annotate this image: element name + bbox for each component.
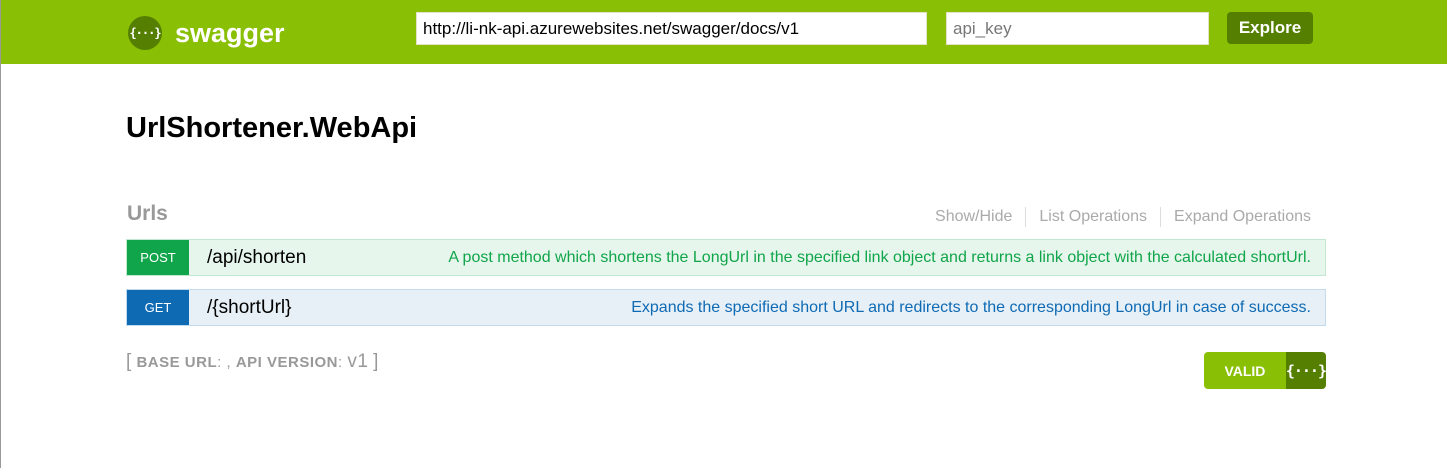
explore-button[interactable]: Explore — [1227, 12, 1313, 44]
swagger-braces-icon: {···} — [1285, 352, 1326, 389]
close-bracket: ] — [373, 351, 379, 372]
operation-path[interactable]: /{shortUrl} — [207, 297, 291, 319]
operation-path[interactable]: /api/shorten — [207, 247, 306, 269]
spec-url-input[interactable] — [416, 12, 927, 45]
validator-badge[interactable]: VALID {···} — [1204, 352, 1326, 389]
api-key-input[interactable] — [946, 12, 1209, 45]
swagger-braces-icon: {···} — [128, 16, 162, 50]
api-info-footer: [ Base url : , Api version : v1 ] — [126, 351, 379, 373]
operation-summary[interactable]: Expands the specified short URL and redi… — [631, 299, 1311, 317]
resource-heading[interactable]: Urls — [127, 202, 168, 226]
swagger-logo[interactable]: {···} swagger — [128, 15, 285, 51]
resource-actions: Show/Hide List Operations Expand Operati… — [922, 207, 1311, 227]
list-operations-link[interactable]: List Operations — [1026, 208, 1160, 226]
api-version-value: v1 — [347, 351, 369, 372]
base-url-label: Base url — [136, 354, 218, 371]
operation-post-shorten[interactable]: POST /api/shorten A post method which sh… — [126, 239, 1326, 276]
expand-operations-link[interactable]: Expand Operations — [1161, 208, 1311, 226]
api-version-label: Api version — [235, 354, 338, 371]
operation-get-shorturl[interactable]: GET /{shortUrl} Expands the specified sh… — [126, 289, 1326, 326]
valid-label: VALID — [1204, 352, 1286, 389]
method-badge-get[interactable]: GET — [127, 290, 189, 325]
logo-text: swagger — [175, 17, 285, 48]
base-url-value: : , — [217, 354, 232, 371]
api-version-separator: : — [338, 354, 343, 371]
method-badge-post[interactable]: POST — [127, 240, 189, 275]
api-title: UrlShortener.WebApi — [126, 112, 418, 144]
open-bracket: [ — [126, 351, 132, 372]
operation-summary[interactable]: A post method which shortens the LongUrl… — [448, 249, 1311, 267]
top-bar: {···} swagger Explore — [1, 0, 1447, 64]
show-hide-link[interactable]: Show/Hide — [922, 208, 1025, 226]
